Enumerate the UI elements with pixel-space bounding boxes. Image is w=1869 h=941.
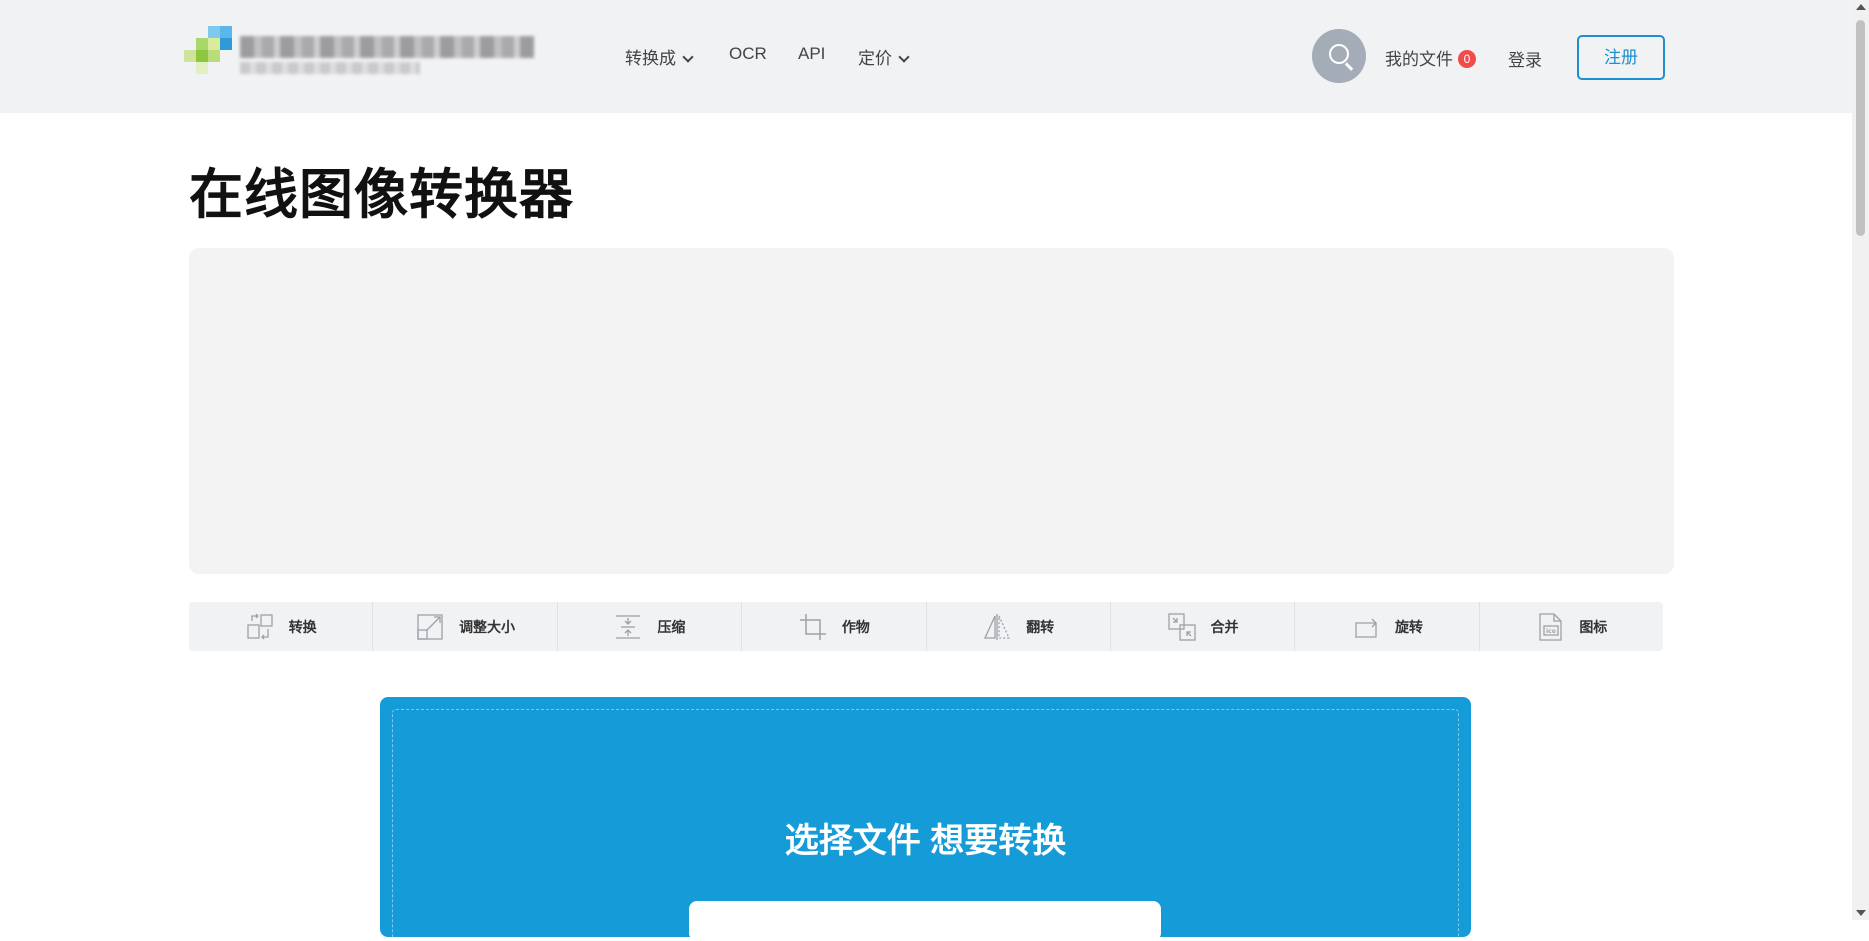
nav-api-label: API bbox=[798, 44, 826, 63]
svg-text:ico: ico bbox=[1546, 628, 1556, 635]
merge-icon bbox=[1167, 612, 1196, 641]
nav-pricing-label: 定价 bbox=[858, 49, 892, 68]
ico-icon: ico bbox=[1539, 612, 1562, 641]
tool-crop-label: 作物 bbox=[841, 618, 870, 635]
chevron-down-icon bbox=[898, 51, 910, 63]
logo-tagline-blurred bbox=[240, 62, 420, 74]
tool-resize[interactable]: 调整大小 bbox=[373, 602, 558, 651]
tool-crop[interactable]: 作物 bbox=[742, 602, 927, 651]
tool-compress-label: 压缩 bbox=[657, 618, 686, 635]
upload-dropzone[interactable]: 选择文件 想要转换 bbox=[380, 697, 1471, 941]
tool-merge[interactable]: 合并 bbox=[1111, 602, 1296, 651]
tool-convert-label: 转换 bbox=[288, 618, 317, 635]
crop-icon bbox=[799, 613, 826, 640]
nav-api[interactable]: API bbox=[798, 44, 825, 64]
site-logo[interactable] bbox=[184, 26, 534, 82]
signup-button[interactable]: 注册 bbox=[1577, 35, 1665, 80]
file-count-badge: 0 bbox=[1458, 50, 1476, 68]
search-icon bbox=[1329, 44, 1349, 64]
nav-ocr-label: OCR bbox=[729, 44, 767, 63]
tool-convert[interactable]: 转换 bbox=[189, 602, 374, 651]
chevron-down-icon bbox=[682, 51, 694, 63]
scroll-down-arrow-icon[interactable] bbox=[1856, 910, 1866, 916]
tool-tabs: 转换 调整大小 压缩 作物 翻转 合并 旋转 ico 图标 bbox=[189, 602, 1663, 651]
tool-rotate[interactable]: 旋转 bbox=[1295, 602, 1480, 651]
page-title: 在线图像转换器 bbox=[189, 165, 574, 225]
scroll-up-arrow-icon[interactable] bbox=[1856, 4, 1866, 10]
tool-flip-label: 翻转 bbox=[1026, 618, 1055, 635]
ad-placeholder bbox=[189, 248, 1674, 574]
search-icon-handle bbox=[1345, 62, 1354, 71]
rotate-icon bbox=[1354, 618, 1377, 638]
scrollbar-thumb[interactable] bbox=[1856, 20, 1865, 236]
login-link[interactable]: 登录 bbox=[1508, 46, 1542, 71]
convert-icon bbox=[247, 613, 273, 639]
nav-convert-to[interactable]: 转换成 bbox=[625, 44, 694, 69]
tool-flip[interactable]: 翻转 bbox=[927, 602, 1111, 651]
page-scrollbar[interactable] bbox=[1852, 0, 1869, 920]
tool-ico[interactable]: ico 图标 bbox=[1480, 602, 1663, 651]
compress-icon bbox=[616, 614, 641, 639]
tool-compress[interactable]: 压缩 bbox=[558, 602, 743, 651]
resize-icon bbox=[417, 613, 443, 640]
logo-mark-icon bbox=[184, 26, 232, 74]
my-files-label: 我的文件 bbox=[1385, 50, 1453, 69]
tool-resize-label: 调整大小 bbox=[459, 618, 516, 635]
tool-ico-label: 图标 bbox=[1579, 618, 1608, 635]
tool-merge-label: 合并 bbox=[1210, 618, 1239, 635]
nav-ocr[interactable]: OCR bbox=[729, 44, 767, 64]
upload-title: 选择文件 想要转换 bbox=[784, 822, 1067, 860]
nav-convert-to-label: 转换成 bbox=[625, 49, 676, 68]
search-button[interactable] bbox=[1312, 29, 1366, 83]
flip-icon bbox=[984, 613, 1011, 640]
tool-rotate-label: 旋转 bbox=[1394, 618, 1423, 635]
my-files-link[interactable]: 我的文件 0 bbox=[1385, 45, 1476, 70]
site-header: 转换成 OCR API 定价 我的文件 0 登录 注册 bbox=[0, 0, 1852, 113]
choose-file-button[interactable] bbox=[689, 901, 1161, 941]
nav-pricing[interactable]: 定价 bbox=[858, 44, 910, 69]
logo-wordmark-blurred bbox=[240, 36, 534, 58]
